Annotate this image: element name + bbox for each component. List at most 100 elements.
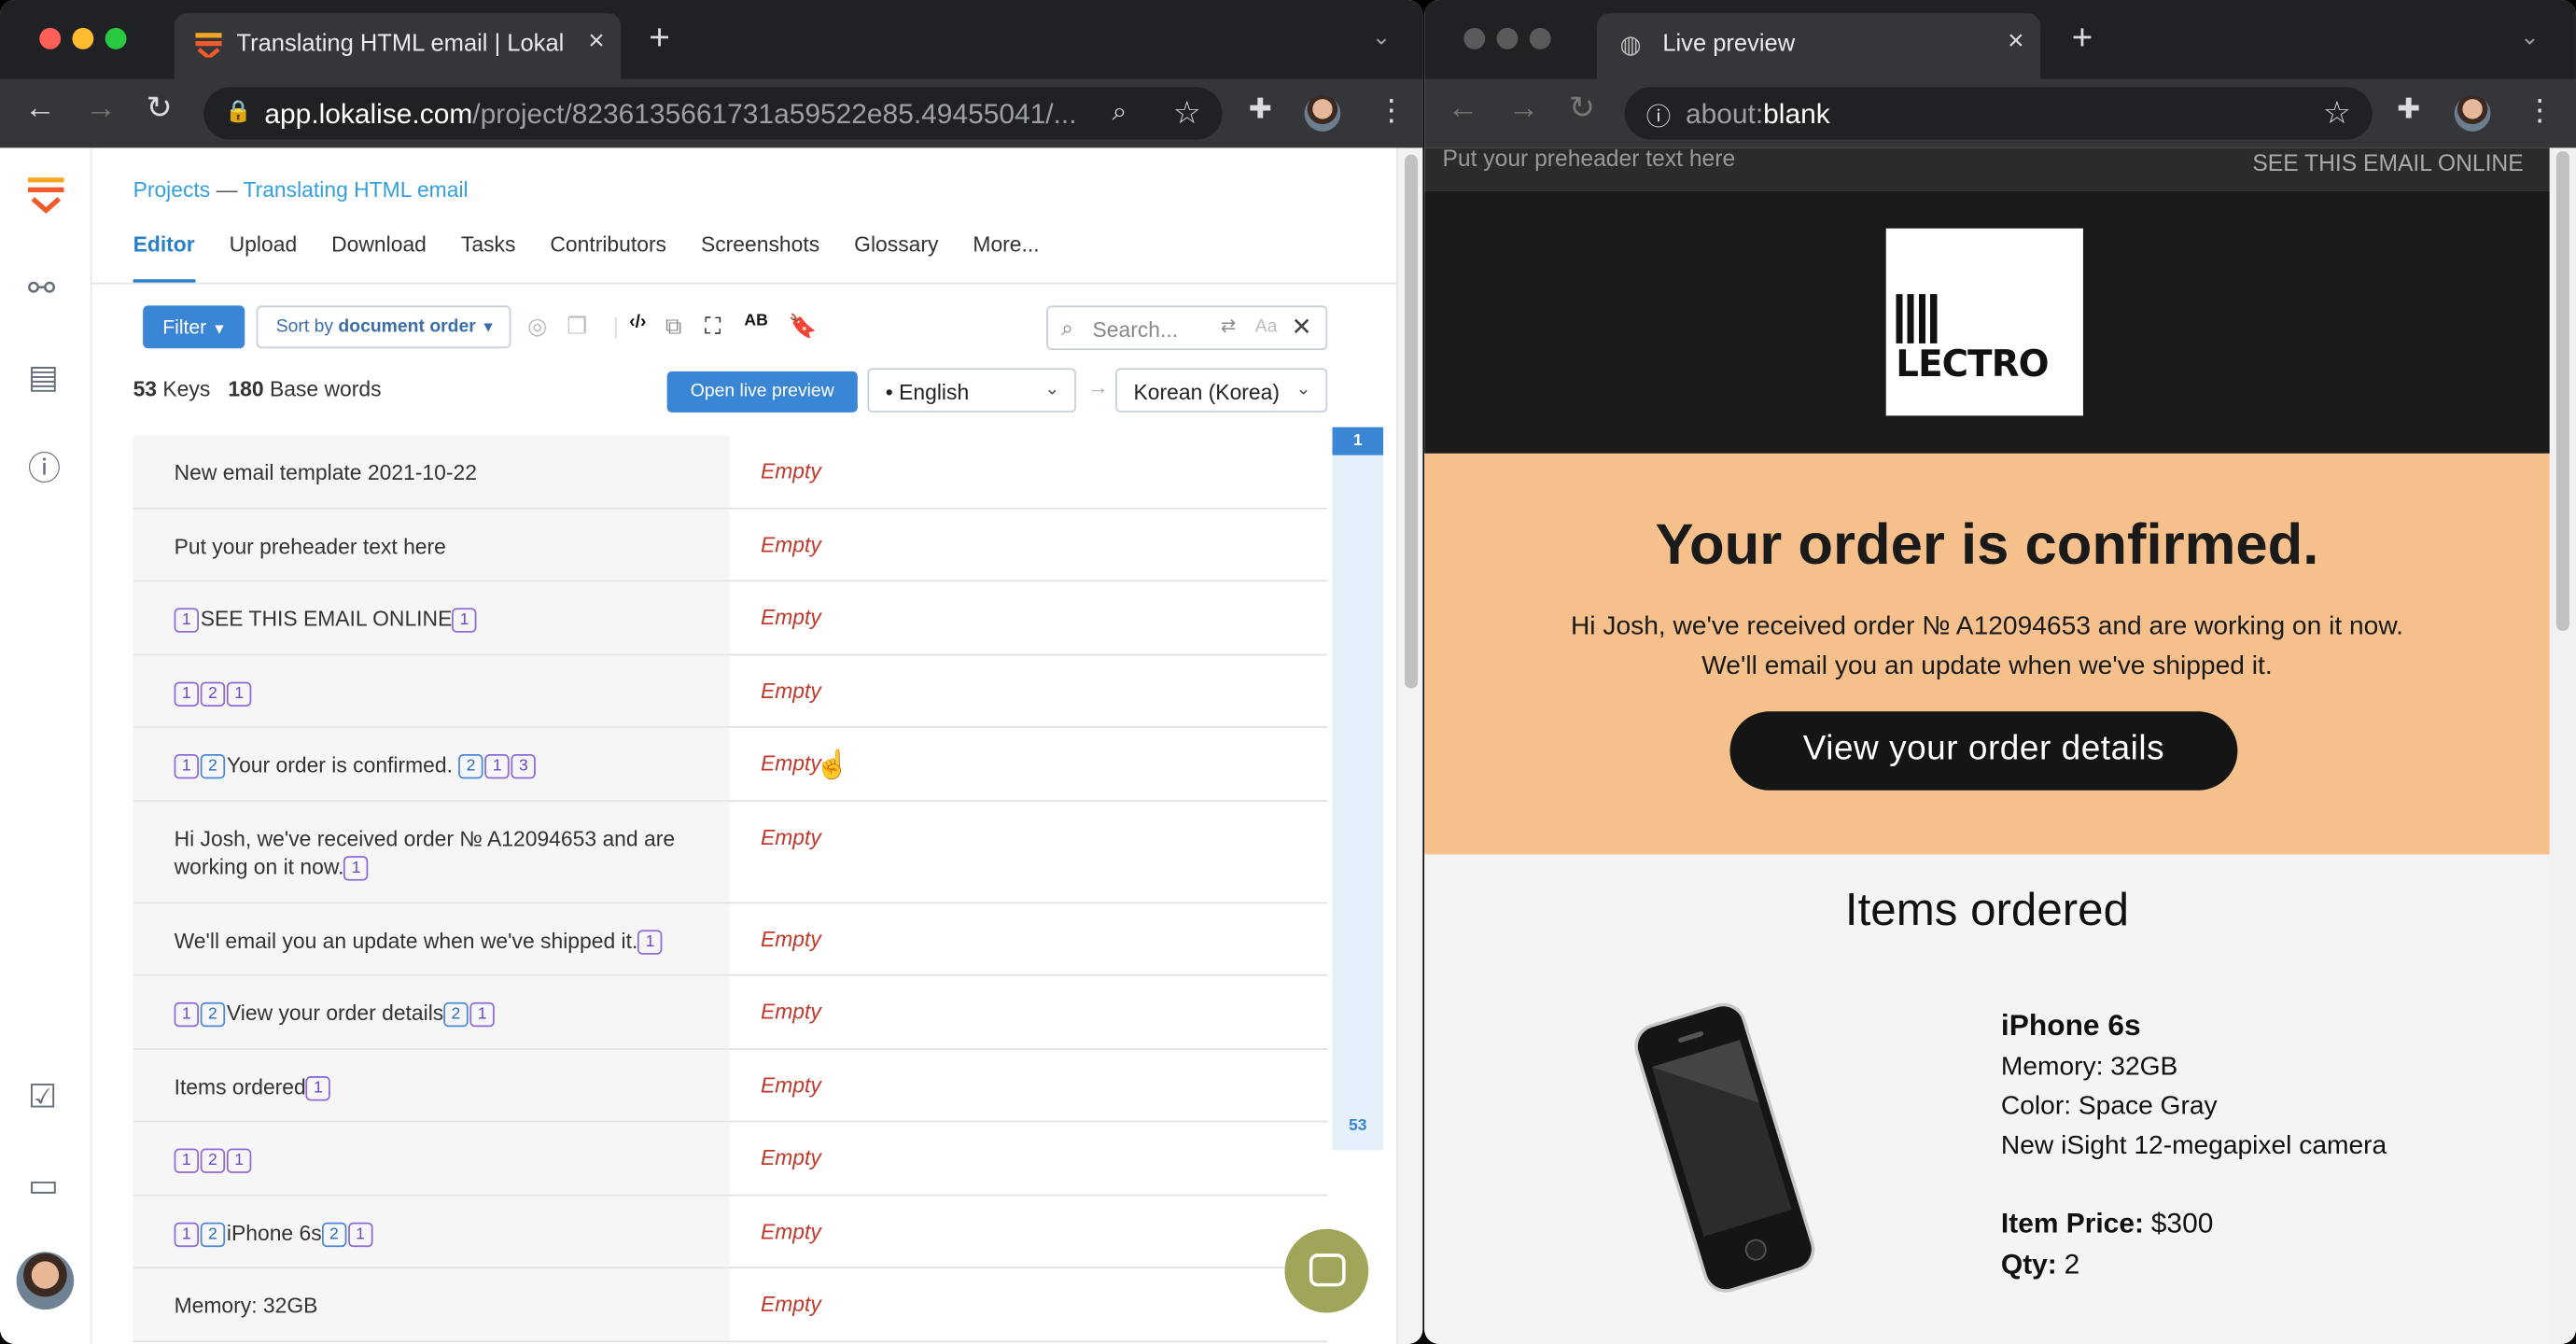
translation-cell[interactable]: Empty xyxy=(761,926,821,950)
scrollbar-thumb[interactable] xyxy=(1404,154,1419,689)
translation-cell[interactable]: Empty xyxy=(761,1145,821,1169)
tab-live-preview[interactable]: ◍ Live preview × xyxy=(1596,13,2041,79)
view-online-link[interactable]: SEE THIS EMAIL ONLINE xyxy=(2252,149,2523,175)
close-tab-icon[interactable]: × xyxy=(588,24,604,57)
preview-scrollbar[interactable] xyxy=(2549,147,2576,1344)
key-row[interactable]: 1 2 1 Empty xyxy=(133,1122,1328,1196)
translation-cell[interactable]: Empty xyxy=(761,824,821,848)
reload-icon[interactable]: ↻ xyxy=(1569,93,1595,124)
new-tab-button[interactable]: + xyxy=(649,19,670,56)
source-text[interactable]: New email template 2021-10-22 xyxy=(133,435,730,508)
comments-icon[interactable]: ▭ xyxy=(28,1169,59,1202)
key-row[interactable]: 1 2 iPhone 6s 2 1 Empty xyxy=(133,1195,1328,1269)
key-row[interactable]: Put your preheader text here Empty xyxy=(133,508,1328,582)
sort-dropdown[interactable]: Sort by document order ▼ xyxy=(256,305,511,349)
code-icon[interactable]: ‹/› xyxy=(629,313,646,331)
key-row[interactable]: 1 2 View your order details 2 1 Empty xyxy=(133,975,1328,1050)
key-row[interactable]: 1 2 Your order is confirmed. 2 1 3 Empty xyxy=(133,727,1328,802)
source-language-select[interactable]: • English ⌄ xyxy=(867,368,1076,413)
zoom-icon[interactable]: ⌕ xyxy=(1113,99,1127,129)
tasks-check-icon[interactable]: ☑ xyxy=(28,1081,58,1113)
tab-glossary[interactable]: Glossary xyxy=(854,231,938,283)
source-text[interactable]: Hi Josh, we've received order № A1209465… xyxy=(133,801,730,902)
minimize-window-button[interactable] xyxy=(1496,27,1519,49)
new-tab-button[interactable]: + xyxy=(2072,19,2093,56)
close-window-button[interactable] xyxy=(39,27,62,49)
key-row[interactable]: Items ordered 1 Empty xyxy=(133,1049,1328,1123)
scrollbar-thumb[interactable] xyxy=(2555,150,2569,631)
back-icon[interactable]: ← xyxy=(1448,93,1478,124)
translation-cell[interactable]: Empty xyxy=(761,999,821,1023)
translation-cell[interactable]: Empty xyxy=(761,1218,821,1242)
translation-cell[interactable]: Empty xyxy=(761,1292,821,1316)
back-icon[interactable]: ← xyxy=(24,93,55,124)
source-text[interactable]: 1 SEE THIS EMAIL ONLINE 1 xyxy=(133,581,730,653)
clipboard-icon[interactable]: ▤ xyxy=(28,361,59,394)
extensions-icon[interactable]: ✚ xyxy=(1249,95,1272,123)
source-text[interactable]: 1 2 View your order details 2 1 xyxy=(133,975,730,1048)
key-row[interactable]: Hi Josh, we've received order № A1209465… xyxy=(133,801,1328,903)
user-avatar[interactable] xyxy=(16,1252,75,1310)
screenshot-frame-icon[interactable]: ⛶ xyxy=(705,314,721,337)
address-bar[interactable]: 🔒 app.lokalise.com/project/8236135661731… xyxy=(203,87,1223,140)
tab-tasks[interactable]: Tasks xyxy=(461,231,515,283)
select-all-icon[interactable]: ◎ xyxy=(527,314,548,337)
chat-launcher-button[interactable] xyxy=(1284,1228,1369,1313)
source-text[interactable]: Memory: 32GB xyxy=(133,1268,730,1340)
search-box[interactable]: ⌕ Search... ⇄ Aa ✕ xyxy=(1046,305,1328,350)
tab-search-chevron-icon[interactable]: ⌄ xyxy=(2520,23,2540,51)
translation-cell[interactable]: Empty xyxy=(761,531,821,555)
translation-cell[interactable]: Empty xyxy=(761,751,821,776)
zoom-window-button[interactable] xyxy=(1529,27,1551,49)
tab-upload[interactable]: Upload xyxy=(230,231,298,283)
minimap-rail[interactable] xyxy=(1332,427,1384,1151)
forward-icon[interactable]: → xyxy=(1508,93,1539,124)
editor-scrollbar[interactable] xyxy=(1396,147,1423,1344)
lokalise-logo-icon[interactable] xyxy=(27,177,64,222)
translation-cell[interactable]: Empty xyxy=(761,605,821,629)
close-window-button[interactable] xyxy=(1463,27,1486,49)
match-case-toggle[interactable]: Aa xyxy=(1255,317,1278,337)
source-text[interactable]: We'll email you an update when we've shi… xyxy=(133,903,730,974)
key-row[interactable]: New email template 2021-10-22 Empty xyxy=(133,435,1328,509)
source-text[interactable]: Put your preheader text here xyxy=(133,508,730,581)
close-tab-icon[interactable]: × xyxy=(2008,24,2023,57)
menu-icon[interactable]: ⋮ xyxy=(1377,95,1407,125)
bookmark-star-icon[interactable]: ☆ xyxy=(2323,95,2351,133)
clear-search-icon[interactable]: ✕ xyxy=(1292,312,1312,342)
translation-cell[interactable]: Empty xyxy=(761,1072,821,1097)
help-icon[interactable]: ⓘ xyxy=(28,454,61,486)
bookmark-icon[interactable]: 🔖 xyxy=(789,314,818,337)
target-language-select[interactable]: Korean (Korea) ⌄ xyxy=(1115,368,1328,413)
key-row[interactable]: 1 SEE THIS EMAIL ONLINE 1 Empty xyxy=(133,581,1328,655)
tab-more[interactable]: More... xyxy=(973,231,1039,283)
extensions-icon[interactable]: ✚ xyxy=(2397,95,2420,123)
search-input[interactable]: Search... xyxy=(1093,317,1179,342)
copy-icon[interactable]: ❐ xyxy=(567,314,587,337)
tab-search-chevron-icon[interactable]: ⌄ xyxy=(1372,23,1392,51)
key-row[interactable]: Memory: 32GB Empty xyxy=(133,1268,1328,1342)
tab-screenshots[interactable]: Screenshots xyxy=(701,231,819,283)
regex-icon[interactable]: ⇄ xyxy=(1221,315,1236,337)
reload-icon[interactable]: ↻ xyxy=(147,93,173,124)
address-bar[interactable]: ⓘ about:blank ☆ xyxy=(1624,87,2373,140)
tab-editor[interactable]: Editor xyxy=(133,231,195,283)
profile-avatar[interactable] xyxy=(1304,95,1341,132)
zoom-window-button[interactable] xyxy=(105,27,127,49)
minimize-window-button[interactable] xyxy=(72,27,94,49)
breadcrumb-project-link[interactable]: Translating HTML email xyxy=(243,177,468,202)
tab-lokalise[interactable]: Translating HTML email | Lokali × xyxy=(174,13,622,79)
filter-button[interactable]: Filter ▼ xyxy=(143,305,245,349)
view-order-details-button[interactable]: View your order details xyxy=(1729,711,2238,791)
profile-avatar[interactable] xyxy=(2454,95,2491,132)
tab-contributors[interactable]: Contributors xyxy=(550,231,666,283)
translation-cell[interactable]: Empty xyxy=(761,458,821,483)
menu-icon[interactable]: ⋮ xyxy=(2525,95,2555,125)
translation-cell[interactable]: Empty xyxy=(761,678,821,702)
spellcheck-icon[interactable]: AB xyxy=(744,313,767,330)
key-row[interactable]: 1 2 1 Empty xyxy=(133,654,1328,728)
source-text[interactable]: 121 xyxy=(133,1122,730,1194)
open-live-preview-button[interactable]: Open live preview xyxy=(666,371,858,413)
source-text[interactable]: Items ordered 1 xyxy=(133,1049,730,1121)
source-text[interactable]: 1 2 iPhone 6s 2 1 xyxy=(133,1195,730,1267)
